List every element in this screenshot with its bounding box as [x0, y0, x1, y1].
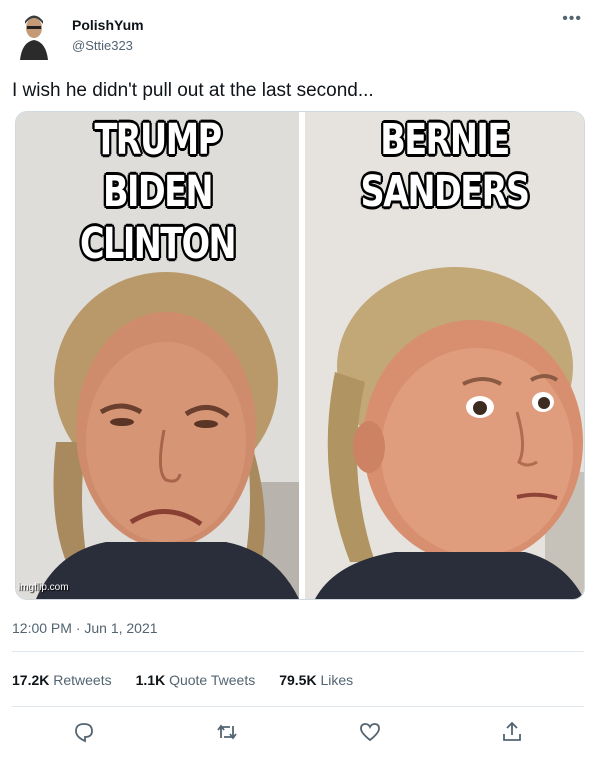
tweet-timestamp[interactable]: 12:00 PM · Jun 1, 2021	[12, 620, 158, 636]
tweet-text: I wish he didn't pull out at the last se…	[12, 80, 374, 101]
likes-count: 79.5K	[279, 672, 317, 688]
avatar[interactable]	[18, 14, 50, 60]
meme-right-caption: BERNIE SANDERS	[336, 114, 554, 218]
caption-line: SANDERS	[360, 167, 530, 217]
retweet-icon[interactable]	[215, 720, 239, 744]
likes-label: Likes	[320, 672, 354, 688]
retweets-label: Retweets	[53, 672, 112, 688]
tweet-actions	[0, 720, 596, 748]
display-name[interactable]: PolishYum	[72, 17, 144, 33]
meme-left-panel: TRUMP BIDEN CLINTON imgflip.com	[16, 112, 299, 599]
share-icon[interactable]	[500, 720, 524, 744]
retweets-stat[interactable]: 17.2K Retweets	[12, 672, 112, 688]
caption-line: BERNIE	[380, 115, 510, 165]
likes-stat[interactable]: 79.5K Likes	[279, 672, 353, 688]
tweet-card: PolishYum @Sttie323 ••• I wish he didn't…	[0, 0, 596, 768]
quote-tweets-stat[interactable]: 1.1K Quote Tweets	[136, 672, 256, 688]
meme-right-panel: BERNIE SANDERS	[305, 112, 584, 599]
retweets-count: 17.2K	[12, 672, 50, 688]
caption-line: TRUMP	[94, 115, 222, 165]
heart-icon[interactable]	[358, 720, 382, 744]
reply-icon[interactable]	[72, 720, 96, 744]
user-handle[interactable]: @Sttie323	[72, 38, 133, 53]
tweet-image[interactable]: TRUMP BIDEN CLINTON imgflip.com BERNIE S…	[15, 111, 585, 600]
caption-line: BIDEN	[102, 167, 214, 217]
divider	[12, 651, 584, 652]
quotes-count: 1.1K	[135, 672, 166, 688]
tweet-stats: 17.2K Retweets 1.1K Quote Tweets 79.5K L…	[12, 672, 353, 688]
quotes-label: Quote Tweets	[169, 672, 256, 688]
meme-left-caption: TRUMP BIDEN CLINTON	[47, 114, 268, 270]
imgflip-watermark: imgflip.com	[18, 582, 69, 593]
more-icon[interactable]: •••	[562, 10, 582, 28]
caption-line: CLINTON	[79, 219, 237, 269]
divider	[12, 706, 584, 707]
